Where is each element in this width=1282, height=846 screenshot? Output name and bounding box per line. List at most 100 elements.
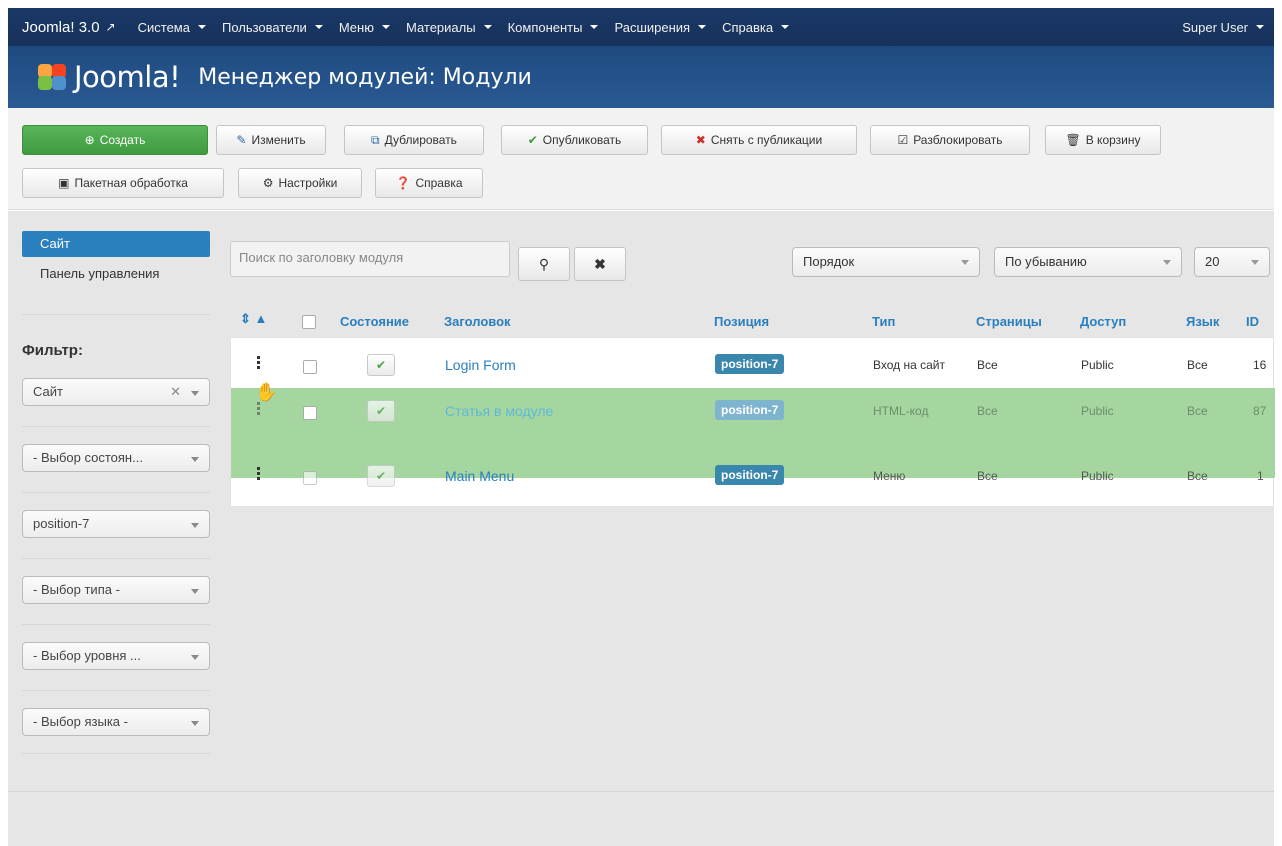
sort-order-select[interactable]: Порядок <box>792 247 980 277</box>
filter-access-value: - Выбор уровня ... <box>33 648 141 663</box>
menu-menus-label: Меню <box>338 19 374 35</box>
filter-state-value: - Выбор состоян... <box>33 450 143 465</box>
module-language: Все <box>1187 404 1208 418</box>
copy-icon: ⧉ <box>371 133 380 147</box>
column-title[interactable]: Заголовок <box>444 314 511 329</box>
column-id[interactable]: ID <box>1246 314 1259 329</box>
filter-type-select[interactable]: - Выбор типа - <box>22 576 210 604</box>
user-menu[interactable]: Super User <box>1174 20 1274 35</box>
module-access: Public <box>1081 358 1114 372</box>
menu-components[interactable]: Компоненты <box>500 20 607 35</box>
unpublish-button[interactable]: ✖ Снять с публикации <box>661 125 857 155</box>
batch-button[interactable]: ▣ Пакетная обработка <box>22 168 224 198</box>
module-id: 16 <box>1253 358 1267 372</box>
footer-divider <box>8 791 1274 792</box>
module-language: Все <box>1187 469 1208 483</box>
sidebar-divider <box>22 492 210 493</box>
publish-button[interactable]: ✔ Опубликовать <box>501 125 648 155</box>
list-limit-value: 20 <box>1205 254 1220 269</box>
module-id: 1 <box>1257 469 1264 483</box>
chevron-down-icon <box>314 25 323 29</box>
options-button[interactable]: ⚙ Настройки <box>238 168 362 198</box>
menu-components-label: Компоненты <box>507 19 583 35</box>
drag-handle-icon[interactable] <box>257 467 261 481</box>
chevron-down-icon <box>191 523 199 528</box>
search-input[interactable]: Поиск по заголовку модуля <box>230 241 510 277</box>
row-checkbox[interactable] <box>303 406 317 420</box>
sidebar-divider <box>22 426 210 427</box>
check-icon: ✔ <box>375 404 387 418</box>
column-access[interactable]: Доступ <box>1080 314 1126 329</box>
help-button-label: Справка <box>415 176 463 190</box>
sidebar-divider <box>22 690 210 691</box>
help-button[interactable]: ❓ Справка <box>375 168 483 198</box>
filter-client-select[interactable]: Сайт ✕ <box>22 378 210 406</box>
module-access: Public <box>1081 404 1114 418</box>
sort-order-value: Порядок <box>803 254 855 269</box>
duplicate-button[interactable]: ⧉ Дублировать <box>344 125 484 155</box>
filter-position-value: position-7 <box>33 516 90 531</box>
create-button[interactable]: ⊕ Создать <box>22 125 208 155</box>
menu-system[interactable]: Система <box>130 20 214 35</box>
duplicate-button-label: Дублировать <box>384 133 457 147</box>
column-state[interactable]: Состояние <box>340 314 409 329</box>
module-title-link[interactable]: Main Menu <box>445 468 514 484</box>
checkbox-icon: ☑ <box>897 133 909 147</box>
row-checkbox[interactable] <box>303 471 317 485</box>
menu-users[interactable]: Пользователи <box>214 20 331 35</box>
clear-search-button[interactable]: ✖ <box>574 247 626 281</box>
filter-language-select[interactable]: - Выбор языка - <box>22 708 210 736</box>
menu-extensions[interactable]: Расширения <box>606 20 714 35</box>
chevron-down-icon <box>961 260 969 265</box>
sidebar-item-control-panel[interactable]: Панель управления <box>40 266 159 281</box>
menu-help[interactable]: Справка <box>714 20 797 35</box>
user-menu-label: Super User <box>1182 19 1248 35</box>
menu-menus[interactable]: Меню <box>331 20 398 35</box>
sort-ordering-icon[interactable]: ⇕ ▲ <box>240 311 267 327</box>
clear-icon[interactable]: ✕ <box>170 384 181 400</box>
trash-button-label: В корзину <box>1085 133 1141 147</box>
edit-button[interactable]: ✎ Изменить <box>216 125 326 155</box>
brand-link[interactable]: Joomla! 3.0 ↗ <box>8 19 130 36</box>
sort-direction-select[interactable]: По убыванию <box>994 247 1182 277</box>
chevron-down-icon <box>191 589 199 594</box>
filter-state-select[interactable]: - Выбор состоян... <box>22 444 210 472</box>
chevron-down-icon <box>1251 260 1259 265</box>
row-checkbox[interactable] <box>303 360 317 374</box>
chevron-down-icon <box>1256 25 1264 29</box>
column-position[interactable]: Позиция <box>714 314 769 329</box>
unpublish-button-label: Снять с публикации <box>710 133 823 147</box>
module-title-link[interactable]: Login Form <box>445 357 516 373</box>
joomla-logo-icon <box>34 62 70 92</box>
chevron-down-icon <box>483 25 492 29</box>
edit-icon: ✎ <box>236 133 247 147</box>
module-pages: Все <box>977 358 998 372</box>
module-type: Меню <box>873 469 906 483</box>
module-title-link[interactable]: Статья в модуле <box>445 403 553 419</box>
chevron-down-icon <box>698 25 707 29</box>
sidebar-item-site[interactable]: Сайт <box>22 231 210 257</box>
menu-users-label: Пользователи <box>221 19 307 35</box>
create-button-label: Создать <box>99 133 146 147</box>
published-toggle[interactable]: ✔ <box>367 465 395 487</box>
column-type[interactable]: Тип <box>872 314 895 329</box>
drag-handle-icon[interactable] <box>257 356 261 370</box>
checkin-button[interactable]: ☑ Разблокировать <box>870 125 1030 155</box>
filter-type-value: - Выбор типа - <box>33 582 120 597</box>
select-all-checkbox[interactable] <box>302 315 316 329</box>
brand-label: Joomla! 3.0 <box>22 18 100 36</box>
filter-language-value: - Выбор языка - <box>33 714 128 729</box>
list-limit-select[interactable]: 20 <box>1194 247 1270 277</box>
trash-button[interactable]: 🗑 В корзину <box>1045 125 1161 155</box>
question-circle-icon: ❓ <box>395 176 411 190</box>
published-toggle[interactable]: ✔ <box>367 354 395 376</box>
search-button[interactable]: ⚲ <box>518 247 570 281</box>
column-pages[interactable]: Страницы <box>976 314 1042 329</box>
filter-position-select[interactable]: position-7 <box>22 510 210 538</box>
module-pages: Все <box>977 404 998 418</box>
drag-handle-icon[interactable] <box>257 402 261 416</box>
published-toggle[interactable]: ✔ <box>367 400 395 422</box>
menu-content[interactable]: Материалы <box>398 20 500 35</box>
column-language[interactable]: Язык <box>1186 314 1219 329</box>
filter-access-select[interactable]: - Выбор уровня ... <box>22 642 210 670</box>
